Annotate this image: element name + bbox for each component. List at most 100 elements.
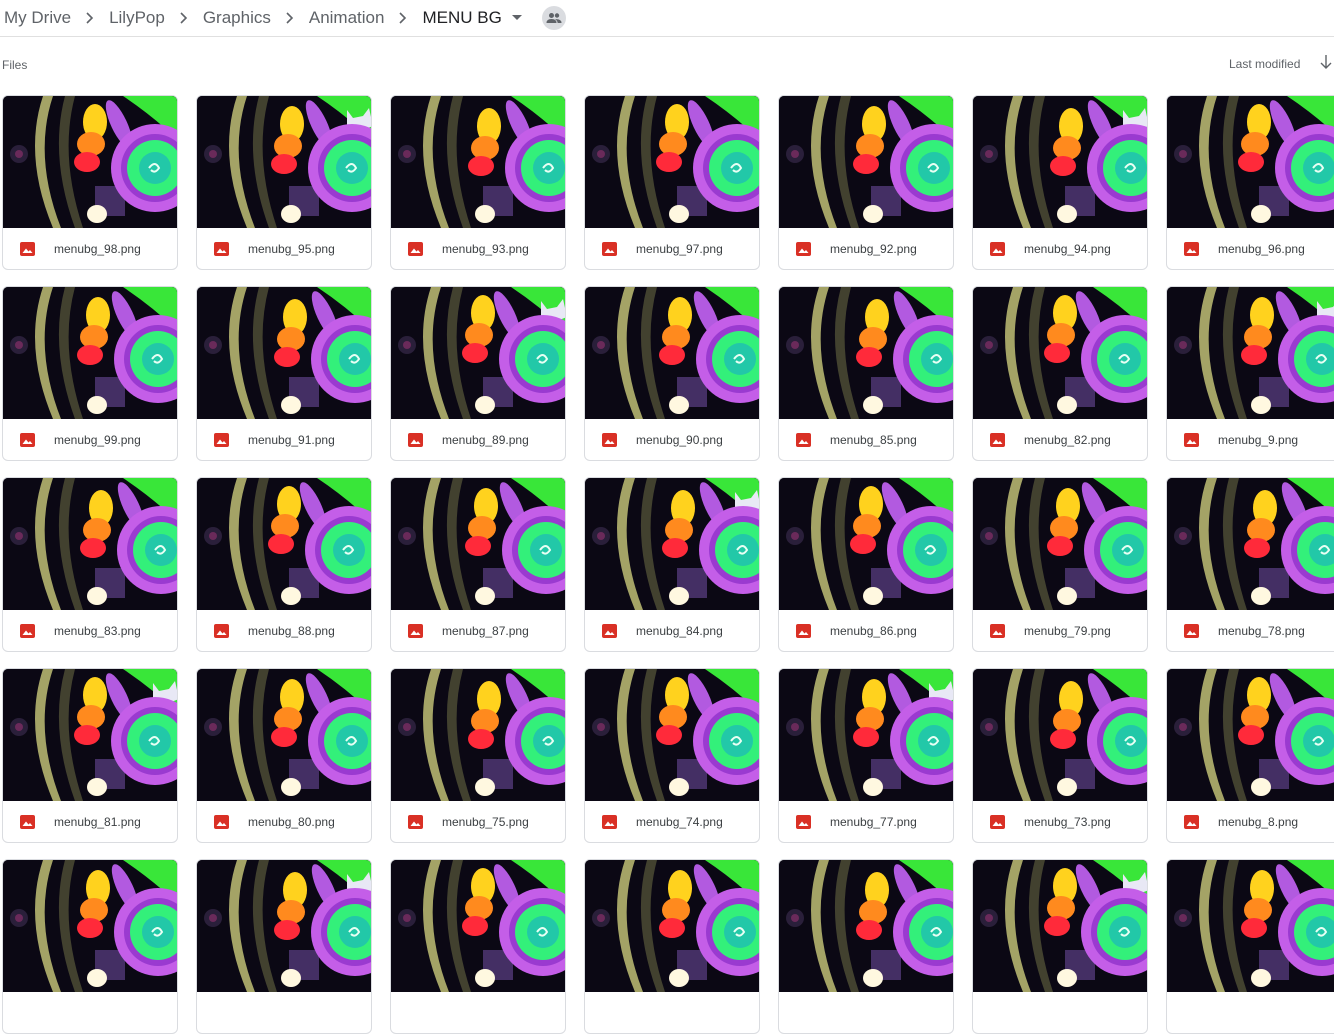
file-card[interactable]: menubg_85.png: [778, 286, 954, 461]
file-card[interactable]: menubg_92.png: [778, 95, 954, 270]
file-card[interactable]: menubg_73.png: [972, 668, 1148, 843]
file-thumbnail[interactable]: [3, 669, 177, 801]
file-card-footer[interactable]: menubg_80.png: [197, 801, 371, 842]
sort-by-button[interactable]: Last modified: [1229, 57, 1300, 71]
file-card[interactable]: menubg_75.png: [390, 668, 566, 843]
file-thumbnail[interactable]: [779, 478, 953, 610]
file-thumbnail[interactable]: [973, 669, 1147, 801]
file-card-footer[interactable]: menubg_79.png: [973, 610, 1147, 651]
file-card[interactable]: menubg_90.png: [584, 286, 760, 461]
file-card[interactable]: menubg_78.png: [1166, 477, 1334, 652]
file-card[interactable]: menubg_79.png: [972, 477, 1148, 652]
file-card-footer[interactable]: menubg_94.png: [973, 228, 1147, 269]
file-card-footer[interactable]: menubg_84.png: [585, 610, 759, 651]
file-card[interactable]: menubg_95.png: [196, 95, 372, 270]
file-thumbnail[interactable]: [391, 287, 565, 419]
file-thumbnail[interactable]: [1167, 287, 1334, 419]
file-card-footer[interactable]: menubg_81.png: [3, 801, 177, 842]
file-card-footer[interactable]: menubg_96.png: [1167, 228, 1334, 269]
file-card-footer[interactable]: menubg_83.png: [3, 610, 177, 651]
file-thumbnail[interactable]: [1167, 669, 1334, 801]
breadcrumb-animation[interactable]: Animation: [307, 8, 387, 28]
file-thumbnail[interactable]: [197, 478, 371, 610]
file-card[interactable]: menubg_81.png: [2, 668, 178, 843]
file-thumbnail[interactable]: [973, 96, 1147, 228]
file-card[interactable]: menubg_96.png: [1166, 95, 1334, 270]
file-card[interactable]: menubg_82.png: [972, 286, 1148, 461]
file-thumbnail[interactable]: [197, 96, 371, 228]
file-card[interactable]: menubg_99.png: [2, 286, 178, 461]
file-card-footer[interactable]: menubg_8.png: [1167, 801, 1334, 842]
file-card[interactable]: menubg_83.png: [2, 477, 178, 652]
arrow-downward-icon[interactable]: [1320, 54, 1332, 75]
file-thumbnail[interactable]: [1167, 96, 1334, 228]
file-card-footer[interactable]: menubg_95.png: [197, 228, 371, 269]
file-thumbnail[interactable]: [973, 287, 1147, 419]
file-thumbnail[interactable]: [585, 287, 759, 419]
file-card[interactable]: menubg_77.png: [778, 668, 954, 843]
file-card[interactable]: menubg_80.png: [196, 668, 372, 843]
file-thumbnail[interactable]: [3, 287, 177, 419]
file-card[interactable]: menubg_89.png: [390, 286, 566, 461]
file-thumbnail[interactable]: [391, 669, 565, 801]
file-card-footer[interactable]: menubg_99.png: [3, 419, 177, 460]
file-card[interactable]: menubg_88.png: [196, 477, 372, 652]
file-card-footer[interactable]: menubg_92.png: [779, 228, 953, 269]
file-thumbnail[interactable]: [779, 669, 953, 801]
file-card[interactable]: [584, 859, 760, 1034]
file-card-footer[interactable]: menubg_97.png: [585, 228, 759, 269]
file-card[interactable]: menubg_84.png: [584, 477, 760, 652]
breadcrumb-graphics[interactable]: Graphics: [201, 8, 273, 28]
file-card[interactable]: menubg_91.png: [196, 286, 372, 461]
file-card[interactable]: [972, 859, 1148, 1034]
breadcrumb-my-drive[interactable]: My Drive: [2, 8, 73, 28]
file-card[interactable]: menubg_87.png: [390, 477, 566, 652]
file-card-footer[interactable]: menubg_87.png: [391, 610, 565, 651]
file-card-footer[interactable]: menubg_89.png: [391, 419, 565, 460]
file-card[interactable]: menubg_98.png: [2, 95, 178, 270]
file-card[interactable]: [778, 859, 954, 1034]
file-card[interactable]: [1166, 859, 1334, 1034]
file-card-footer[interactable]: menubg_91.png: [197, 419, 371, 460]
file-card-footer[interactable]: menubg_75.png: [391, 801, 565, 842]
file-thumbnail[interactable]: [779, 96, 953, 228]
file-card[interactable]: menubg_74.png: [584, 668, 760, 843]
file-thumbnail[interactable]: [391, 96, 565, 228]
file-thumbnail[interactable]: [585, 478, 759, 610]
file-thumbnail[interactable]: [3, 96, 177, 228]
breadcrumb-menu-bg[interactable]: MENU BG: [420, 8, 503, 28]
file-thumbnail[interactable]: [585, 96, 759, 228]
file-thumbnail[interactable]: [585, 669, 759, 801]
file-card-footer[interactable]: menubg_9.png: [1167, 419, 1334, 460]
file-thumbnail[interactable]: [197, 669, 371, 801]
file-card[interactable]: [2, 859, 178, 1034]
file-thumbnail[interactable]: [197, 287, 371, 419]
file-thumbnail[interactable]: [1167, 478, 1334, 610]
file-card-footer[interactable]: menubg_77.png: [779, 801, 953, 842]
file-thumbnail[interactable]: [3, 478, 177, 610]
file-card-footer[interactable]: menubg_86.png: [779, 610, 953, 651]
file-thumbnail[interactable]: [779, 287, 953, 419]
arrow-drop-down-icon[interactable]: [508, 14, 526, 22]
file-card[interactable]: menubg_97.png: [584, 95, 760, 270]
file-card-footer[interactable]: menubg_74.png: [585, 801, 759, 842]
file-card-footer[interactable]: menubg_90.png: [585, 419, 759, 460]
file-card[interactable]: menubg_86.png: [778, 477, 954, 652]
file-card-footer[interactable]: menubg_93.png: [391, 228, 565, 269]
file-card[interactable]: menubg_8.png: [1166, 668, 1334, 843]
file-card-footer[interactable]: menubg_85.png: [779, 419, 953, 460]
file-card[interactable]: [390, 859, 566, 1034]
breadcrumb-lilypop[interactable]: LilyPop: [107, 8, 167, 28]
file-thumbnail[interactable]: [391, 478, 565, 610]
file-card-footer[interactable]: menubg_78.png: [1167, 610, 1334, 651]
file-card[interactable]: menubg_9.png: [1166, 286, 1334, 461]
file-card-footer[interactable]: menubg_82.png: [973, 419, 1147, 460]
file-card-footer[interactable]: menubg_73.png: [973, 801, 1147, 842]
file-card[interactable]: [196, 859, 372, 1034]
file-card[interactable]: menubg_94.png: [972, 95, 1148, 270]
file-card[interactable]: menubg_93.png: [390, 95, 566, 270]
file-card-footer[interactable]: menubg_88.png: [197, 610, 371, 651]
people-icon[interactable]: [541, 6, 566, 30]
file-card-footer[interactable]: menubg_98.png: [3, 228, 177, 269]
file-thumbnail[interactable]: [973, 478, 1147, 610]
